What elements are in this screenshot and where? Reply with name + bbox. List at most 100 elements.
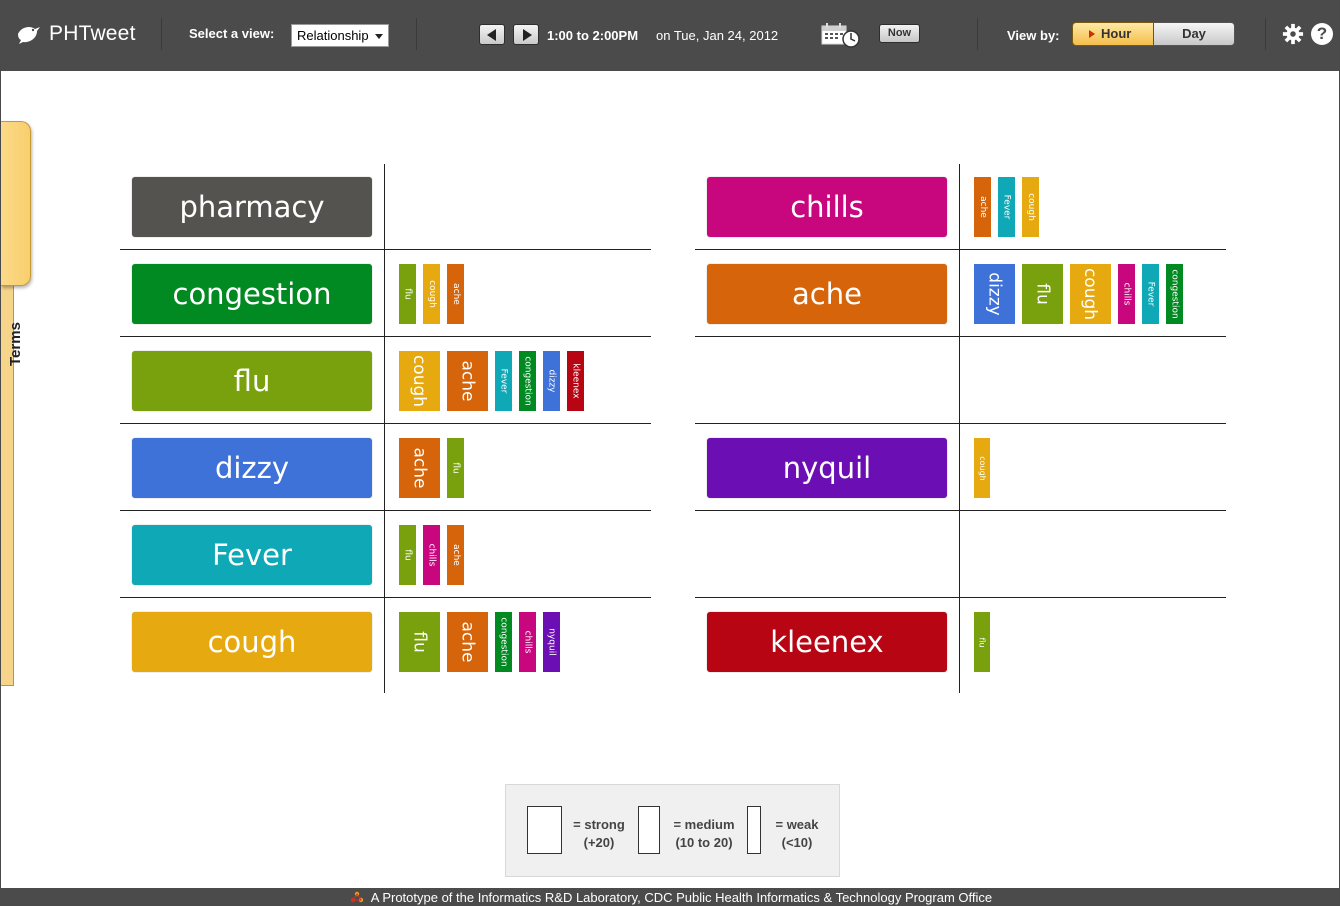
bird-icon bbox=[18, 26, 40, 44]
terms-tab[interactable]: Terms bbox=[1, 121, 31, 366]
term-button-ache[interactable]: ache bbox=[707, 264, 947, 324]
term-button-congestion[interactable]: congestion bbox=[132, 264, 372, 324]
term-button-nyquil[interactable]: nyquil bbox=[707, 438, 947, 498]
play-icon bbox=[1089, 30, 1095, 38]
related-term-flu[interactable]: flu bbox=[399, 264, 416, 324]
related-term-ache[interactable]: ache bbox=[447, 351, 488, 411]
related-term-fever[interactable]: Fever bbox=[998, 177, 1015, 237]
term-button-cough[interactable]: cough bbox=[132, 612, 372, 672]
related-term-chills[interactable]: chills bbox=[1118, 264, 1135, 324]
related-term-flu[interactable]: flu bbox=[1022, 264, 1063, 324]
lab-logo-icon bbox=[350, 891, 364, 903]
related-term-chills[interactable]: chills bbox=[423, 525, 440, 585]
related-term-ache[interactable]: ache bbox=[447, 612, 488, 672]
related-term-cough[interactable]: cough bbox=[1070, 264, 1111, 324]
related-term-label: congestion bbox=[1169, 269, 1180, 319]
related-term-label: flu bbox=[402, 288, 413, 300]
term-button-fever[interactable]: Fever bbox=[132, 525, 372, 585]
terms-tab-label: Terms bbox=[7, 322, 24, 366]
related-term-congestion[interactable]: congestion bbox=[495, 612, 512, 672]
related-term-label: cough bbox=[1025, 193, 1036, 221]
related-term-flu[interactable]: flu bbox=[399, 525, 416, 585]
legend-weak-swatch bbox=[747, 806, 761, 854]
related-term-label: ache bbox=[457, 621, 478, 663]
related-term-flu[interactable]: flu bbox=[447, 438, 464, 498]
time-range-text: 1:00 to 2:00PM bbox=[547, 28, 639, 43]
related-terms: cough ache Fever congestion dizzy kleenex bbox=[399, 351, 584, 411]
related-term-nyquil[interactable]: nyquil bbox=[543, 612, 560, 672]
now-button[interactable]: Now bbox=[879, 24, 920, 43]
related-term-label: ache bbox=[409, 447, 430, 489]
footer-bar: A Prototype of the Informatics R&D Labor… bbox=[1, 888, 1339, 905]
term-button-kleenex[interactable]: kleenex bbox=[707, 612, 947, 672]
related-terms: cough bbox=[974, 438, 990, 498]
related-term-fever[interactable]: Fever bbox=[495, 351, 512, 411]
related-term-flu[interactable]: flu bbox=[974, 612, 990, 672]
term-button-pharmacy[interactable]: pharmacy bbox=[132, 177, 372, 237]
previous-period-button[interactable] bbox=[479, 24, 505, 45]
related-term-congestion[interactable]: congestion bbox=[1166, 264, 1183, 324]
related-term-label: dizzy bbox=[984, 272, 1005, 316]
related-term-cough[interactable]: cough bbox=[1022, 177, 1039, 237]
related-terms: ache Fever cough bbox=[974, 177, 1039, 237]
related-term-kleenex[interactable]: kleenex bbox=[567, 351, 584, 411]
related-term-congestion[interactable]: congestion bbox=[519, 351, 536, 411]
app-window: PHTweet Select a view: Relationship 1:00… bbox=[0, 0, 1340, 906]
view-select-label: Select a view: bbox=[189, 26, 275, 41]
related-terms: dizzy flu cough chills Fever congestion bbox=[974, 264, 1183, 324]
related-term-label: chills bbox=[426, 543, 437, 567]
related-term-cough[interactable]: cough bbox=[974, 438, 990, 498]
related-term-ache[interactable]: ache bbox=[447, 525, 464, 585]
grid-line bbox=[695, 597, 1226, 598]
view-select[interactable]: Relationship bbox=[291, 24, 389, 47]
related-term-label: cough bbox=[977, 455, 987, 481]
related-terms: flu bbox=[974, 612, 990, 672]
grid-line bbox=[695, 336, 1226, 337]
related-term-fever[interactable]: Fever bbox=[1142, 264, 1159, 324]
term-button-dizzy[interactable]: dizzy bbox=[132, 438, 372, 498]
related-term-cough[interactable]: cough bbox=[399, 351, 440, 411]
grid-line bbox=[384, 164, 385, 693]
date-text: on Tue, Jan 24, 2012 bbox=[656, 28, 779, 43]
related-term-label: flu bbox=[450, 462, 461, 474]
term-button-flu[interactable]: flu bbox=[132, 351, 372, 411]
related-term-label: flu bbox=[977, 636, 987, 648]
toolbar-divider bbox=[161, 18, 162, 50]
view-by-day-button[interactable]: Day bbox=[1153, 22, 1235, 46]
related-term-label: ache bbox=[977, 196, 988, 218]
related-term-ache[interactable]: ache bbox=[974, 177, 991, 237]
related-term-label: flu bbox=[402, 549, 413, 561]
related-term-ache[interactable]: ache bbox=[447, 264, 464, 324]
legend-strong-swatch bbox=[527, 806, 562, 854]
related-term-label: Fever bbox=[498, 368, 509, 394]
related-term-label: ache bbox=[450, 544, 461, 566]
legend-weak-text: = weak (<10) bbox=[766, 816, 828, 852]
grid-line bbox=[120, 336, 651, 337]
top-toolbar: PHTweet Select a view: Relationship 1:00… bbox=[1, 1, 1339, 71]
app-logo[interactable]: PHTweet bbox=[15, 19, 155, 49]
related-term-dizzy[interactable]: dizzy bbox=[974, 264, 1015, 324]
related-term-cough[interactable]: cough bbox=[423, 264, 440, 324]
view-by-label: View by: bbox=[1007, 28, 1060, 43]
related-term-ache[interactable]: ache bbox=[399, 438, 440, 498]
legend-strong-label: = strong (+20) bbox=[573, 817, 625, 850]
related-term-chills[interactable]: chills bbox=[519, 612, 536, 672]
related-term-label: ache bbox=[450, 283, 461, 305]
related-term-label: dizzy bbox=[546, 369, 557, 393]
legend-weak-label: = weak (<10) bbox=[775, 817, 819, 850]
grid-line bbox=[120, 249, 651, 250]
next-period-button[interactable] bbox=[513, 24, 539, 45]
term-button-chills[interactable]: chills bbox=[707, 177, 947, 237]
grid-line bbox=[120, 510, 651, 511]
view-by-hour-button[interactable]: Hour bbox=[1072, 22, 1154, 46]
toolbar-divider bbox=[416, 18, 417, 50]
calendar-clock-icon[interactable] bbox=[821, 21, 861, 49]
help-icon[interactable]: ? bbox=[1311, 23, 1333, 45]
grid-line bbox=[695, 510, 1226, 511]
related-terms: flu ache congestion chills nyquil bbox=[399, 612, 560, 672]
gear-icon[interactable] bbox=[1282, 23, 1304, 45]
legend-medium-text: = medium (10 to 20) bbox=[666, 816, 742, 852]
related-term-dizzy[interactable]: dizzy bbox=[543, 351, 560, 411]
related-term-flu[interactable]: flu bbox=[399, 612, 440, 672]
grid-line bbox=[120, 423, 651, 424]
